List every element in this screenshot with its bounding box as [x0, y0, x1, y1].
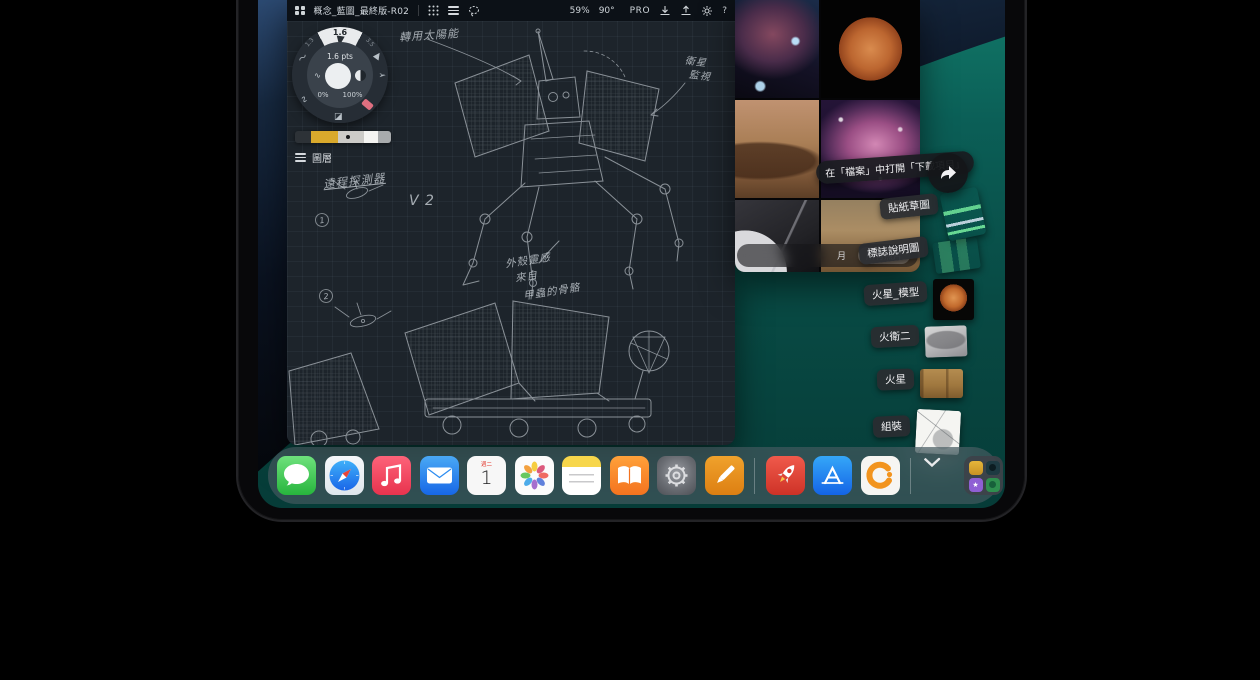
dock-app-calendar[interactable]: 週二 1 [467, 456, 506, 495]
dock-app-mail[interactable] [420, 456, 459, 495]
rocket-icon [766, 456, 805, 495]
dock-app-appstore[interactable] [813, 456, 852, 495]
messages-icon [277, 456, 316, 495]
dock-app-books[interactable] [610, 456, 649, 495]
zoom-level[interactable]: 59% [570, 6, 590, 16]
swatch-gray[interactable] [338, 131, 364, 143]
brush-wheel[interactable]: 1.6 1.3 3.5 〜 ▲ ➢ ◪ ∿ 1.6 pts ∿ [292, 27, 388, 123]
photo-thumb-nebula-pink[interactable] [821, 100, 920, 198]
gallery-icon[interactable] [295, 6, 305, 16]
drag-item[interactable]: 火星 [877, 369, 963, 398]
c-ring-icon [861, 456, 900, 495]
export-icon[interactable] [680, 5, 692, 17]
swatch-gold[interactable] [311, 131, 338, 143]
opacity-min-label: 0% [317, 91, 328, 99]
opacity-max-label: 100% [343, 91, 363, 99]
brush-size-pts: 1.6 pts [327, 52, 353, 61]
drag-item-label[interactable]: 火星_模型 [863, 281, 928, 306]
dock: 週二 1 [268, 447, 1000, 504]
drag-item-label[interactable]: 火衛二 [870, 325, 919, 348]
settings-gear-icon [657, 456, 696, 495]
safari-icon [325, 456, 364, 495]
recent-app-icon [986, 461, 1000, 475]
drag-item-label[interactable]: 組裝 [872, 415, 910, 438]
recent-app-icon: ★ [969, 478, 983, 492]
dock-app-settings[interactable] [657, 456, 696, 495]
toolbar-divider [418, 5, 419, 16]
dock-app-music[interactable] [372, 456, 411, 495]
drag-thumb-logo[interactable] [932, 237, 981, 274]
pen-icon [705, 456, 744, 495]
lasso-icon[interactable] [468, 5, 480, 17]
desktop-background: 轉用太陽能 衛星 監視 V 2 遠程探測器 1 2 外殼靈感 來自 甲蟲的骨骼 … [0, 0, 1260, 680]
drag-item[interactable]: 火衛二 [871, 326, 967, 357]
menu-lines-icon[interactable] [448, 6, 459, 15]
opacity-icon[interactable] [355, 70, 366, 81]
photos-icon [515, 456, 554, 495]
sketch-app-window: 轉用太陽能 衛星 監視 V 2 遠程探測器 1 2 外殼靈感 來自 甲蟲的骨骼 … [287, 0, 735, 445]
dock-app-safari[interactable] [325, 456, 364, 495]
move-tool-icon[interactable]: ➢ [378, 71, 386, 81]
photo-thumb-nebula-horsehead[interactable] [735, 0, 819, 98]
dock-app-sketch[interactable] [705, 456, 744, 495]
dock-app-c-ring[interactable] [861, 456, 900, 495]
drag-item-label[interactable]: 標誌說明圖 [858, 236, 929, 265]
pressure-icon: ∿ [314, 71, 321, 80]
swatch-white[interactable] [364, 131, 378, 143]
mail-icon [420, 456, 459, 495]
color-swatch-bar[interactable] [295, 131, 391, 143]
swatch-marker [346, 135, 350, 139]
layers-button[interactable]: 圖層 [295, 150, 332, 165]
dock-divider [754, 458, 755, 494]
swatch-dark[interactable] [295, 131, 311, 143]
photo-thumb-mars-surface[interactable] [735, 100, 819, 198]
fill-tool-icon[interactable]: ◪ [334, 112, 343, 122]
dock-app-rocket[interactable] [766, 456, 805, 495]
photo-thumb-mars-globe[interactable] [821, 0, 920, 98]
recent-app-icon [969, 461, 983, 475]
drag-thumb-mars-texture[interactable] [920, 369, 963, 398]
brush-wheel-center[interactable]: 1.6 pts ∿ 0% 100% [307, 42, 373, 108]
forward-arrow-button[interactable] [928, 153, 968, 193]
drag-item[interactable]: 貼紙草圖 [880, 196, 982, 238]
precision-grid-icon[interactable] [428, 5, 439, 16]
chevron-down-icon [922, 456, 942, 468]
drag-item[interactable]: 火星_模型 [864, 283, 974, 320]
photos-tab-month[interactable]: 月 [837, 249, 846, 262]
document-title[interactable]: 概念_藍圖_最終版-R02 [314, 4, 410, 17]
help-icon[interactable]: ? [722, 6, 727, 16]
layers-label: 圖層 [312, 150, 332, 165]
dock-app-notes[interactable] [562, 456, 601, 495]
books-icon [610, 456, 649, 495]
dock-app-messages[interactable] [277, 456, 316, 495]
sketch-toolbar: 概念_藍圖_最終版-R02 59% 90° PRO [287, 0, 735, 21]
annotation-version: V 2 [409, 193, 435, 209]
swatch-midgray[interactable] [378, 131, 391, 143]
annotation-satellite-2: 監視 [688, 66, 712, 84]
dock-app-photos[interactable] [515, 456, 554, 495]
drag-item[interactable]: 標誌說明圖 [859, 240, 979, 271]
share-arrow-icon [937, 162, 959, 184]
drag-item-label[interactable]: 火星 [877, 368, 915, 390]
dock-collapse-button[interactable] [922, 456, 956, 495]
import-icon[interactable] [659, 5, 671, 17]
dock-recent-apps-group[interactable]: ★ [964, 456, 1003, 495]
drag-thumb-deimos[interactable] [924, 325, 967, 357]
rotation-value[interactable]: 90° [599, 6, 615, 16]
ipad-screen: 轉用太陽能 衛星 監視 V 2 遠程探測器 1 2 外殼靈感 來自 甲蟲的骨骼 … [258, 0, 1005, 508]
recent-app-icon [986, 478, 1000, 492]
appstore-icon [813, 456, 852, 495]
color-well[interactable] [325, 63, 351, 89]
layers-icon [295, 153, 306, 162]
calendar-day: 1 [467, 467, 506, 489]
dock-divider [910, 458, 911, 494]
settings-gear-icon[interactable] [701, 5, 713, 17]
pro-badge[interactable]: PRO [630, 6, 651, 16]
drag-item-label[interactable]: 貼紙草圖 [879, 193, 939, 220]
drag-thumb-mars-model[interactable] [933, 279, 974, 320]
music-icon [372, 456, 411, 495]
